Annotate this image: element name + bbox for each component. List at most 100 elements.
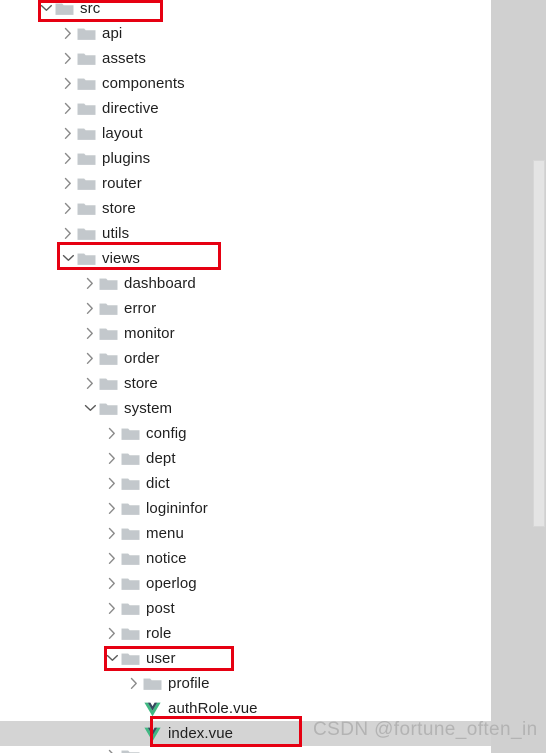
indent-spacer [0,346,82,371]
tree-row-label: error [124,300,157,317]
indent-spacer [0,446,104,471]
chevron-right-icon [86,377,93,389]
indent-spacer [0,421,104,446]
tree-row[interactable]: views [0,246,491,271]
indent-spacer [0,471,104,496]
expand-toggle-collapsed[interactable] [60,121,76,146]
expand-toggle-collapsed[interactable] [60,171,76,196]
expand-toggle-collapsed[interactable] [82,371,98,396]
expand-toggle-collapsed[interactable] [104,746,120,753]
chevron-right-icon [64,102,71,114]
folder-icon [120,596,142,621]
tree-row[interactable]: store [0,371,491,396]
file-tree[interactable]: src api assets components directive layout plu… [0,0,491,746]
tree-row[interactable]: menu [0,521,491,546]
tree-row[interactable]: store [0,196,491,221]
indent-spacer [0,596,104,621]
indent-spacer [0,696,126,721]
expand-toggle-collapsed[interactable] [104,421,120,446]
tree-row[interactable]: utils [0,221,491,246]
tree-row[interactable]: authRole.vue [0,696,491,721]
expand-toggle-expanded[interactable] [60,246,76,271]
folder-icon [120,421,142,446]
expand-toggle-collapsed[interactable] [104,446,120,471]
tree-row[interactable]: error [0,296,491,321]
tree-row-label: role [146,625,172,642]
indent-spacer [0,296,82,321]
indent-spacer [0,671,126,696]
tree-row-label: dept [146,450,176,467]
folder-icon [121,578,140,590]
tree-row[interactable]: user [0,646,491,671]
folder-icon [121,628,140,640]
tree-row[interactable]: order [0,346,491,371]
tree-row[interactable]: plugins [0,146,491,171]
expand-toggle-expanded[interactable] [104,646,120,671]
tree-row-label: plugins [102,150,151,167]
expand-toggle-collapsed[interactable] [60,196,76,221]
tree-row[interactable]: role [0,621,491,646]
chevron-down-icon [40,4,52,11]
expand-toggle-collapsed[interactable] [82,271,98,296]
tree-row[interactable]: system [0,396,491,421]
indent-spacer [0,71,60,96]
expand-toggle-collapsed[interactable] [60,146,76,171]
tree-row[interactable]: router [0,171,491,196]
expand-toggle-expanded[interactable] [38,0,54,21]
folder-icon [76,196,98,221]
expand-toggle-collapsed[interactable] [60,21,76,46]
tree-row[interactable]: post [0,596,491,621]
expand-toggle-collapsed[interactable] [60,221,76,246]
chevron-right-icon [130,677,137,689]
expand-toggle-collapsed[interactable] [82,321,98,346]
tree-row[interactable]: api [0,21,491,46]
tree-row[interactable]: dashboard [0,271,491,296]
expand-toggle-collapsed[interactable] [104,496,120,521]
chevron-right-icon [64,77,71,89]
folder-icon [120,746,142,753]
expand-toggle-collapsed[interactable] [126,671,142,696]
indent-spacer [0,621,104,646]
tree-row[interactable]: monitor [0,321,491,346]
tree-row[interactable]: logininfor [0,496,491,521]
tree-row[interactable]: notice [0,546,491,571]
expand-toggle-collapsed[interactable] [104,471,120,496]
expand-toggle-collapsed[interactable] [82,296,98,321]
tree-row[interactable]: components [0,71,491,96]
expand-toggle-collapsed[interactable] [104,546,120,571]
folder-icon [98,296,120,321]
expand-toggle-collapsed[interactable] [104,596,120,621]
tree-row[interactable]: dict [0,471,491,496]
expand-toggle-collapsed[interactable] [60,46,76,71]
folder-icon [98,346,120,371]
expand-toggle-collapsed[interactable] [104,571,120,596]
expand-toggle-collapsed[interactable] [104,521,120,546]
tree-row-label: dict [146,475,170,492]
tree-row[interactable]: layout [0,121,491,146]
chevron-right-icon [64,152,71,164]
chevron-right-icon [108,527,115,539]
tree-row[interactable]: assets [0,46,491,71]
expand-toggle-collapsed[interactable] [60,71,76,96]
chevron-right-icon [108,552,115,564]
tree-row[interactable]: src [0,0,491,21]
tree-row-label: system [124,400,173,417]
tree-row[interactable]: directive [0,96,491,121]
expand-toggle-collapsed[interactable] [104,621,120,646]
tree-row-label: utils [102,225,130,242]
expand-toggle-expanded[interactable] [82,396,98,421]
expand-toggle-collapsed[interactable] [82,346,98,371]
vertical-scrollbar-track[interactable] [533,0,546,753]
tree-row[interactable]: config [0,421,491,446]
tree-row[interactable] [0,746,491,753]
vertical-scrollbar-thumb[interactable] [533,160,545,527]
file-tree-panel[interactable]: src api assets components directive layout plu… [0,0,491,753]
chevron-right-icon [108,502,115,514]
tree-row[interactable]: dept [0,446,491,471]
tree-row[interactable]: operlog [0,571,491,596]
indent-spacer [0,746,104,753]
expand-toggle-collapsed[interactable] [60,96,76,121]
tree-row-label: components [102,75,185,92]
tree-row[interactable]: profile [0,671,491,696]
folder-icon [77,53,96,65]
